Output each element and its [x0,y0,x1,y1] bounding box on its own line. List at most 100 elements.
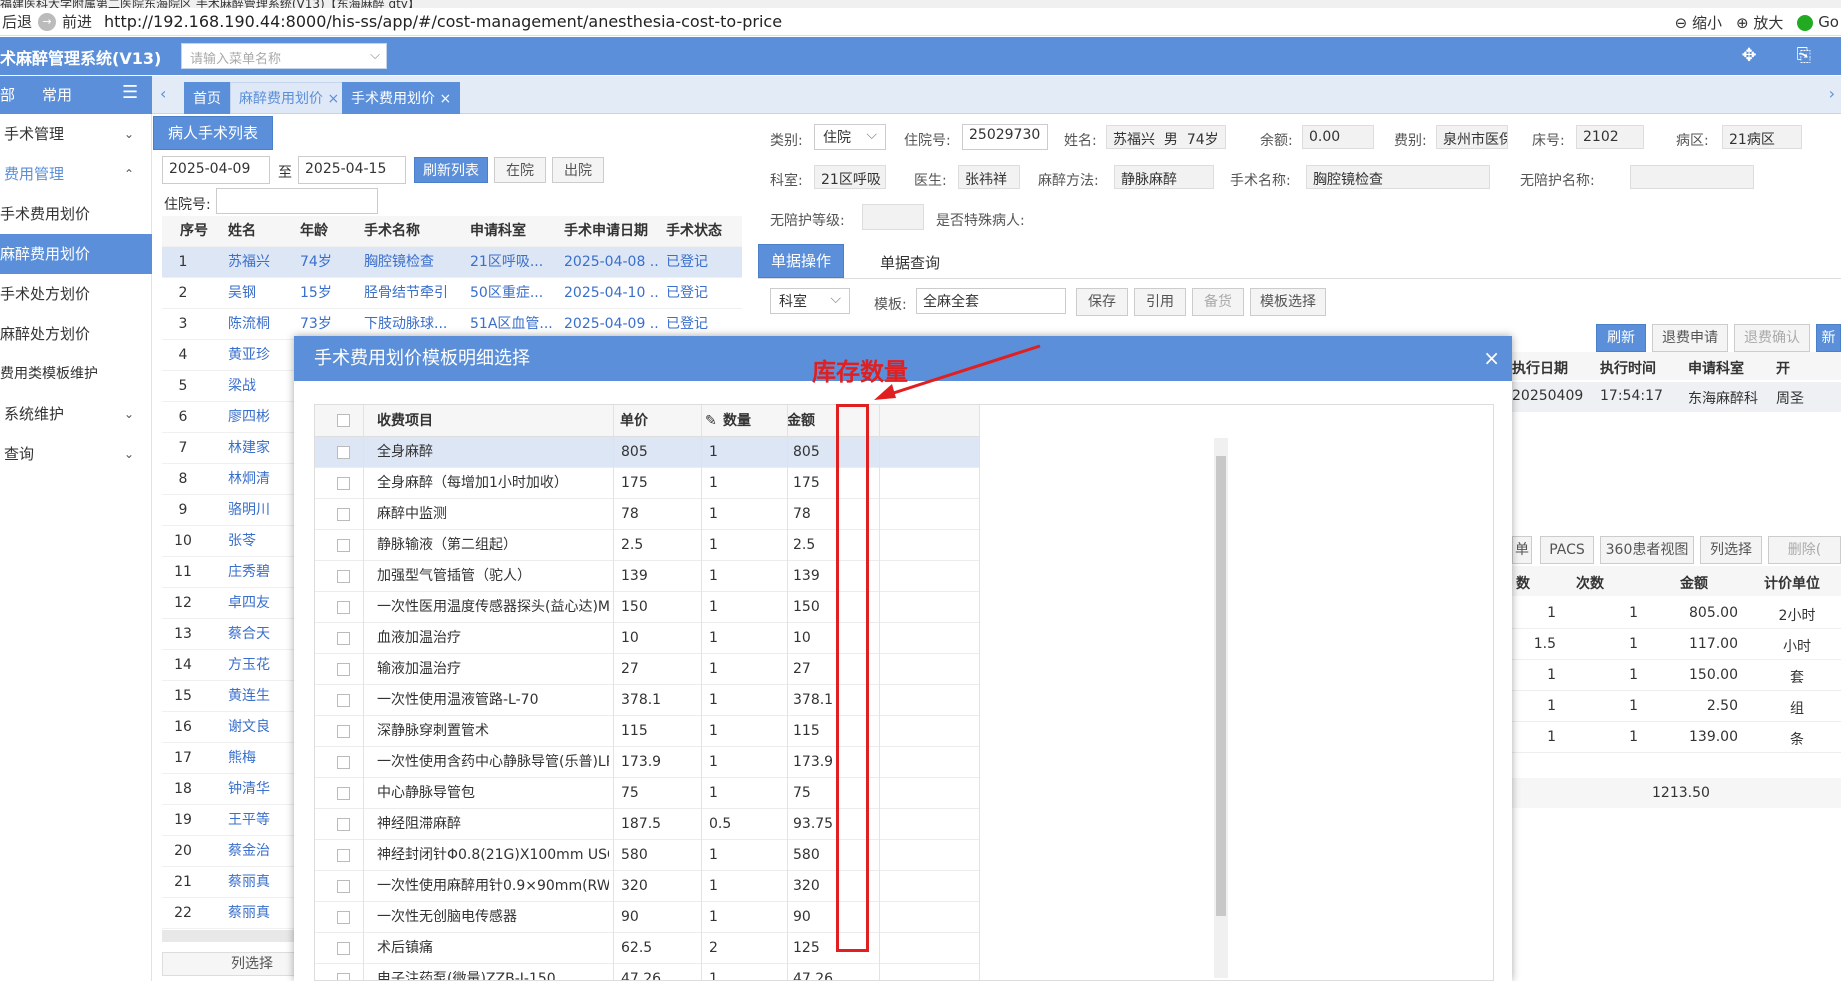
table-row[interactable]: 2 吴钢 15岁 胫骨结节牵引 50区重症... 2025-04-10 ... 已登记 [162,278,742,309]
quantity[interactable]: 1 [709,530,783,561]
patient-360-button[interactable]: 360患者视图 [1600,536,1694,564]
refresh-list-button[interactable]: 刷新列表 [414,157,488,183]
modal-scrollbar[interactable] [1214,438,1228,978]
sidebar-item-query[interactable]: 查询 ⌄ [0,434,152,474]
logout-icon[interactable]: ⎘ [1797,45,1811,66]
bottom-button-1[interactable]: 单 [1512,536,1532,564]
row-checkbox[interactable] [337,756,350,769]
tab-bill-query[interactable]: 单据查询 [880,252,940,273]
row-checkbox[interactable] [337,787,350,800]
quantity[interactable]: 1 [709,716,783,747]
tab-surgery-cost[interactable]: 手术费用划价 × [342,82,461,114]
template-item-row[interactable]: 一次性医用温度传感器探头(益心达)MT-7F1501150 [315,592,980,623]
row-checkbox[interactable] [337,942,350,955]
discharged-button[interactable]: 出院 [552,157,604,183]
inpatient-no-input[interactable] [216,188,378,214]
detail-row[interactable]: 1 1 150.00 套 [1512,660,1841,691]
quantity[interactable]: 1 [709,468,783,499]
tab-anesthesia-cost[interactable]: 麻醉费用划价 × [230,82,349,114]
cite-button[interactable]: 引用 [1134,288,1186,316]
template-item-row[interactable]: 术后镇痛 62.5 2 125 [315,933,980,964]
row-checkbox[interactable] [337,601,350,614]
go-button[interactable]: Go [1797,13,1839,31]
zoom-out-button[interactable]: ⊖ 缩小 [1675,12,1722,33]
backup-button[interactable]: 备货 [1192,288,1244,316]
zoom-in-button[interactable]: ⊕ 放大 [1736,12,1783,33]
row-checkbox[interactable] [337,539,350,552]
tabs-prev-icon[interactable]: ‹ [160,84,166,103]
quantity[interactable]: 1 [709,623,783,654]
date-from-input[interactable]: 2025-04-09 [162,156,270,184]
row-checkbox[interactable] [337,446,350,459]
quantity[interactable]: 1 [709,964,783,980]
detail-column-select-button[interactable]: 列选择 [1700,536,1762,564]
menu-search-input[interactable]: 请输入菜单名称 ⌵ [181,43,387,69]
row-checkbox[interactable] [337,508,350,521]
sidebar-item-anesthesia-cost[interactable]: 麻醉费用划价 [0,234,152,274]
template-item-row[interactable]: 加强型气管插管（驼人） 139 1 139 [315,561,980,592]
forward-button[interactable]: 前进 [62,11,92,32]
quantity[interactable]: 1 [709,902,783,933]
row-checkbox[interactable] [337,632,350,645]
detail-row[interactable]: 1 1 805.00 2小时 [1512,598,1841,629]
in-hospital-button[interactable]: 在院 [494,157,546,183]
template-item-row[interactable]: 静脉输液（第二组起） 2.5 1 2.5 [315,530,980,561]
dept-select[interactable]: 科室 ⌵ [770,288,850,314]
template-select-button[interactable]: 模板选择 [1250,288,1326,316]
template-item-row[interactable]: 一次性使用含药中心静脉导管(乐普)LPP... 173.9 1 173.9 [315,747,980,778]
close-icon[interactable]: × [1483,336,1500,381]
detail-row[interactable]: 1 1 139.00 条 [1512,722,1841,753]
sidebar-item-surgery-cost[interactable]: 手术费用划价 [0,194,152,234]
inpatient-field[interactable]: 25029730 [962,124,1048,150]
menu-toggle-icon[interactable]: ☰ [122,82,138,103]
new-button[interactable]: 新 [1816,324,1841,352]
pacs-button[interactable]: PACS [1540,536,1594,564]
sidebar-item-surgery-mgmt[interactable]: 手术管理 ⌄ [0,114,152,154]
category-select[interactable]: 住院 ⌵ [814,124,886,150]
quantity[interactable]: 2 [709,933,783,964]
select-all-checkbox[interactable] [337,414,350,427]
row-checkbox[interactable] [337,911,350,924]
modal-scrollbar-thumb[interactable] [1216,456,1226,916]
detail-row[interactable]: 1 1 2.50 组 [1512,691,1841,722]
table-row[interactable]: 1 苏福兴 74岁 胸腔镜检查 21区呼吸... 2025-04-08 ... 已登记 [162,247,742,278]
template-item-row[interactable]: 神经阻滞麻醉 187.5 0.5 93.75 [315,809,980,840]
template-item-row[interactable]: 一次性无创脑电传感器 90 1 90 [315,902,980,933]
tab-bill-ops[interactable]: 单据操作 [758,244,844,278]
address-bar[interactable]: http://192.168.190.44:8000/his-ss/app/#/… [104,12,782,31]
row-checkbox[interactable] [337,477,350,490]
quantity[interactable]: 1 [709,747,783,778]
template-item-row[interactable]: 深静脉穿刺置管术 115 1 115 [315,716,980,747]
row-checkbox[interactable] [337,849,350,862]
tab-home[interactable]: 首页 [184,82,230,114]
template-input[interactable]: 全麻全套 [916,288,1066,314]
refresh-button[interactable]: 刷新 [1596,324,1646,352]
save-button[interactable]: 保存 [1076,288,1128,316]
refund-apply-button[interactable]: 退费申请 [1652,324,1728,352]
template-item-row[interactable]: 神经封闭针Φ0.8(21G)X100mm USG T...5801580 [315,840,980,871]
template-item-row[interactable]: 中心静脉导管包 75 1 75 [315,778,980,809]
sidebar-item-anesthesia-prescription[interactable]: 麻醉处方划价 [0,314,152,354]
sidebar-item-system[interactable]: 系统维护 ⌄ [0,394,152,434]
template-item-row[interactable]: 全身麻醉 805 1 805 [315,437,980,468]
detail-row[interactable]: 1.5 1 117.00 小时 [1512,629,1841,660]
tabs-next-icon[interactable]: › [1829,84,1835,103]
theme-icon[interactable]: ✥ [1742,45,1757,66]
template-item-row[interactable]: 输液加温治疗 27 1 27 [315,654,980,685]
row-checkbox[interactable] [337,694,350,707]
template-item-row[interactable]: 全身麻醉（每增加1小时加收） 175 1 175 [315,468,980,499]
row-checkbox[interactable] [337,818,350,831]
quantity[interactable]: 1 [709,685,783,716]
delete-button[interactable]: 删除( [1768,536,1841,564]
sidebar-item-cost-mgmt[interactable]: 费用管理 ⌃ [0,154,152,194]
quantity[interactable]: 1 [709,561,783,592]
row-checkbox[interactable] [337,663,350,676]
row-checkbox[interactable] [337,973,350,980]
row-checkbox[interactable] [337,570,350,583]
quantity[interactable]: 0.5 [709,809,783,840]
nav-common-tab[interactable]: 常用 [42,84,72,105]
row-checkbox[interactable] [337,880,350,893]
quantity[interactable]: 1 [709,871,783,902]
date-to-input[interactable]: 2025-04-15 [298,156,406,184]
sidebar-item-surgery-prescription[interactable]: 手术处方划价 [0,274,152,314]
